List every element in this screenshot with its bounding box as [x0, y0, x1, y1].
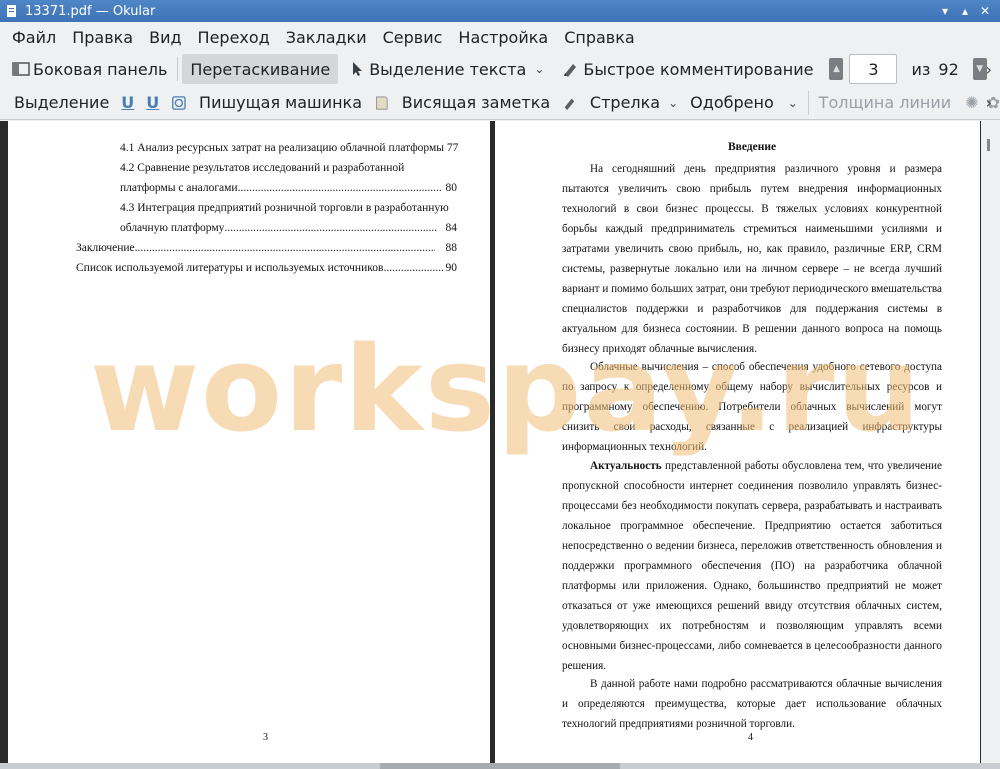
toc-entry[interactable]: 4.1 Анализ ресурсных затрат на реализаци… [120, 141, 458, 155]
paragraph: В данной работе нами подробно рассматрив… [562, 678, 942, 730]
drag-mode-button[interactable]: Перетаскивание [182, 54, 339, 84]
highlighter-icon [564, 64, 577, 77]
page-number: 3 [263, 732, 268, 743]
sidebar-icon [12, 62, 30, 76]
quick-comment-label: Быстрое комментирование [583, 59, 814, 79]
page-number-input[interactable]: 3 [849, 54, 898, 84]
chevron-down-icon[interactable]: ⌄ [534, 62, 544, 76]
highlighter-icon[interactable] [562, 94, 578, 112]
paragraph: Актуальность представленной работы обусл… [562, 460, 942, 672]
sidebar-button[interactable]: Боковая панель [6, 54, 173, 84]
selection-label: Выделение [14, 93, 110, 112]
approved-button[interactable]: Одобрено ⌄ [684, 88, 804, 118]
stamp-icon[interactable] [171, 94, 187, 112]
maximize-icon[interactable]: ▴ [958, 4, 972, 18]
vertical-scrollbar[interactable] [981, 121, 1000, 763]
pinned-note-button[interactable]: Висящая заметка [396, 88, 556, 118]
color-icon[interactable]: ✺ [965, 93, 978, 112]
menu-go[interactable]: Переход [191, 28, 277, 47]
note-icon[interactable] [374, 94, 390, 112]
arrow-button[interactable]: Стрелка ⌄ [584, 88, 684, 118]
typewriter-button[interactable]: Пишущая машинка [193, 88, 368, 118]
toolbar-overflow-icon[interactable]: › [986, 93, 992, 112]
toc-entry[interactable]: облачную платформу......................… [120, 221, 457, 235]
selection-button[interactable]: Выделение [8, 88, 115, 118]
menu-edit[interactable]: Правка [65, 28, 140, 47]
main-toolbar: Боковая панель Перетаскивание Выделение … [0, 52, 1000, 86]
scrollbar-thumb[interactable] [987, 139, 990, 151]
toolbar-overflow-icon[interactable]: › [986, 60, 992, 79]
page-total-label: 92 [938, 59, 959, 79]
okular-app-icon [7, 5, 16, 17]
close-icon[interactable]: ✕ [978, 4, 992, 18]
toolbar-separator [807, 90, 809, 115]
title-bar: 13371.pdf — Okular ▾ ▴ ✕ [0, 0, 1000, 22]
menu-bar: Файл Правка Вид Переход Закладки Сервис … [0, 22, 1000, 52]
chevron-down-icon[interactable]: ⌄ [788, 96, 798, 110]
pdf-page-3: 4.1 Анализ ресурсных затрат на реализаци… [8, 121, 490, 763]
line-width-button[interactable]: Толщина линии [813, 88, 958, 118]
chevron-down-icon[interactable]: ⌄ [668, 96, 678, 110]
page-number: 4 [748, 732, 753, 743]
menu-help[interactable]: Справка [557, 28, 642, 47]
sidebar-label: Боковая панель [33, 59, 168, 79]
approved-label: Одобрено [690, 93, 774, 112]
document-view[interactable]: 4.1 Анализ ресурсных затрат на реализаци… [0, 121, 1000, 763]
window-title: 13371.pdf — Okular [25, 3, 156, 19]
horizontal-scrollbar[interactable] [0, 763, 1000, 769]
scrollbar-thumb[interactable] [380, 763, 620, 769]
annotation-toolbar: Выделение U U Пишущая машинка Висящая за… [0, 86, 1000, 120]
toc-entry[interactable]: 4.2 Сравнение результатов исследований и… [120, 161, 404, 175]
menu-file[interactable]: Файл [5, 28, 63, 47]
drag-mode-label: Перетаскивание [190, 59, 331, 79]
menu-settings[interactable]: Настройка [451, 28, 555, 47]
toc-entry[interactable]: 4.3 Интеграция предприятий розничной тор… [120, 201, 449, 215]
toc-entry[interactable]: Список используемой литературы и использ… [76, 261, 457, 275]
minimize-icon[interactable]: ▾ [938, 4, 952, 18]
paragraph: Облачные вычисления – способ обеспечения… [562, 361, 942, 453]
toc-entry[interactable]: Заключение..............................… [76, 241, 457, 255]
toc-entry[interactable]: платформы с аналогами...................… [120, 181, 457, 195]
menu-view[interactable]: Вид [142, 28, 188, 47]
menu-tools[interactable]: Сервис [376, 28, 450, 47]
pdf-page-4: Введение На сегодняшний день предприятия… [495, 121, 980, 763]
strikeout-icon[interactable]: U [146, 93, 159, 112]
quick-comment-button[interactable]: Быстрое комментирование [556, 54, 819, 84]
line-width-label: Толщина линии [818, 93, 952, 112]
toolbar-separator [177, 57, 179, 81]
underline-icon[interactable]: U [121, 93, 134, 112]
menu-bookmarks[interactable]: Закладки [279, 28, 374, 47]
paragraph: На сегодняшний день предприятия различно… [562, 163, 942, 355]
page-up-icon[interactable]: ▲ [829, 58, 844, 80]
pinned-note-label: Висящая заметка [401, 93, 551, 112]
typewriter-label: Пишущая машинка [199, 93, 363, 112]
text-select-button[interactable]: Выделение текста ⌄ [342, 54, 550, 84]
cursor-icon [353, 62, 363, 76]
arrow-label: Стрелка [589, 93, 661, 112]
section-heading: Введение [727, 141, 777, 153]
page-of-label: из [911, 59, 931, 79]
text-select-label: Выделение текста [369, 59, 527, 79]
